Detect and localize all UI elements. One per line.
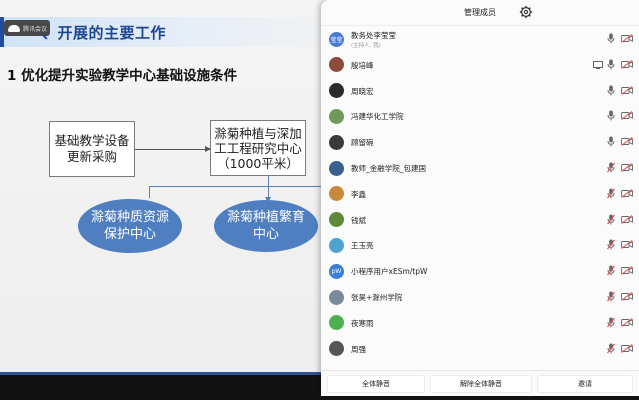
box-equipment-line2: 更新采购 (66, 149, 117, 164)
member-name: 钱斌 (351, 215, 366, 225)
box-equipment: 基础教学设备 更新采购 (49, 121, 135, 177)
gear-icon[interactable] (519, 5, 533, 19)
cloud-icon (8, 24, 20, 32)
camera-off-icon[interactable] (621, 317, 633, 327)
member-row[interactable]: 莹莹 教务处李莹莹 (主持人, 我) (321, 26, 639, 52)
camera-off-icon[interactable] (621, 85, 633, 95)
camera-off-icon[interactable] (621, 292, 633, 301)
avatar (329, 108, 344, 124)
avatar (329, 57, 344, 73)
mic-icon[interactable] (607, 136, 615, 147)
member-panel: 管理成员 莹莹 教务处李莹莹 (主持人, 我) 殷培峰周晓宏冯建华化工学院 顾留碗教师_… (321, 0, 639, 396)
panel-footer: 全体静音 解除全体静音 邀请 (321, 370, 639, 396)
member-name: 冯建华化工学院 (351, 112, 404, 122)
member-name: 小程序用户xESm/tpW (351, 267, 428, 277)
screen-share-icon (593, 60, 603, 69)
camera-off-icon[interactable] (621, 343, 633, 353)
camera-off-icon[interactable] (621, 111, 633, 121)
member-name: 夜寒雨 (351, 318, 374, 328)
node2-line1: 滁菊种植繁育 (226, 210, 305, 225)
mic-muted-icon[interactable] (607, 265, 615, 276)
member-row[interactable]: 王玉亮 (321, 232, 639, 258)
mic-muted-icon[interactable] (607, 291, 615, 302)
node-breeding-center: 滁菊种植繁育 中心 (214, 200, 318, 252)
box-research-line2: 工工程研究中心 (214, 140, 302, 156)
camera-off-icon[interactable] (621, 240, 633, 250)
mic-icon[interactable] (607, 85, 615, 96)
mic-muted-icon[interactable] (607, 162, 615, 173)
member-name: 教师_金融学院_包建国 (351, 164, 426, 173)
member-name: 教务处李莹莹 (351, 31, 396, 40)
member-row[interactable]: pW 小程序用户xESm/tpW (321, 258, 639, 284)
node1-line1: 滁菊种质资源 (90, 210, 169, 225)
panel-header: 管理成员 (321, 0, 639, 26)
avatar (329, 186, 344, 202)
mic-muted-icon[interactable] (607, 343, 615, 354)
avatar: pW (329, 263, 344, 279)
member-row[interactable]: 李鑫 (321, 181, 639, 207)
share-indicator-bar (0, 372, 327, 375)
box-equipment-line1: 基础教学设备 (54, 133, 130, 148)
member-row[interactable]: 钱斌 (321, 207, 639, 233)
avatar (329, 237, 344, 253)
avatar: 莹莹 (329, 31, 344, 47)
shared-slide: 腾讯会议 、开展的主要工作 1 优化提升实验教学中心基础设施条件 基础教学设备 … (0, 0, 340, 372)
camera-off-icon[interactable] (621, 266, 633, 276)
avatar (329, 315, 344, 331)
avatar (329, 83, 344, 99)
member-role: (主持人, 我) (351, 43, 381, 49)
slide-title: 、开展的主要工作 (42, 24, 167, 42)
node2-line2: 中心 (252, 227, 279, 242)
invite-button[interactable]: 邀请 (537, 375, 633, 393)
member-name: 周晓宏 (351, 86, 374, 96)
camera-off-icon[interactable] (621, 163, 633, 172)
mic-muted-icon[interactable] (607, 188, 615, 199)
avatar (329, 289, 344, 305)
avatar (329, 134, 344, 150)
member-row[interactable]: 教师_金融学院_包建国 (321, 155, 639, 181)
member-row[interactable]: 顾留碗 (321, 129, 639, 155)
camera-off-icon[interactable] (621, 188, 633, 198)
tree-branch-right (265, 176, 271, 203)
member-name: 顾留碗 (351, 138, 374, 148)
panel-title: 管理成员 (464, 8, 496, 17)
member-row[interactable]: 殷培峰 (321, 52, 639, 78)
camera-off-icon[interactable] (621, 59, 633, 69)
node1-line2: 保护中心 (103, 227, 156, 242)
member-row[interactable]: 夜寒雨 (321, 310, 639, 336)
tree-connector (149, 186, 340, 187)
avatar (329, 341, 344, 357)
camera-off-icon[interactable] (621, 214, 633, 224)
unmute-all-button[interactable]: 解除全体静音 (430, 375, 532, 393)
tree-branch-left (149, 186, 150, 198)
avatar (329, 212, 344, 228)
mic-icon[interactable] (607, 59, 615, 70)
box-research-center: 滁菊种植与深加 工工程研究中心 （1000平米） (210, 120, 306, 176)
member-name: 殷培峰 (351, 60, 374, 70)
mic-muted-icon[interactable] (607, 317, 615, 328)
member-list: 莹莹 教务处李莹莹 (主持人, 我) 殷培峰周晓宏冯建华化工学院 顾留碗教师_金融学院_… (321, 26, 639, 368)
member-name: 周强 (351, 344, 366, 354)
camera-off-icon[interactable] (621, 137, 633, 147)
node-germplasm-center: 滁菊种质资源 保护中心 (78, 199, 182, 253)
mute-all-button[interactable]: 全体静音 (327, 375, 425, 393)
member-name: 王玉亮 (351, 241, 374, 251)
member-name: 张昊+滁州学院 (351, 293, 403, 302)
member-row[interactable]: 冯建华化工学院 (321, 103, 639, 129)
mic-muted-icon[interactable] (607, 239, 615, 250)
box-research-line1: 滁菊种植与深加 (214, 125, 302, 141)
member-row[interactable]: 周晓宏 (321, 78, 639, 104)
mic-muted-icon[interactable] (607, 214, 615, 225)
box-research-line3: （1000平米） (217, 155, 299, 171)
arrow-connector (135, 146, 211, 152)
mic-icon[interactable] (607, 110, 615, 121)
member-row[interactable]: 周强 (321, 336, 639, 362)
mic-icon[interactable] (607, 33, 615, 44)
camera-off-icon[interactable] (621, 34, 633, 43)
slide-subtitle: 1 优化提升实验教学中心基础设施条件 (7, 68, 238, 84)
member-row[interactable]: 张昊+滁州学院 (321, 284, 639, 310)
member-name: 李鑫 (351, 189, 366, 199)
avatar (329, 160, 344, 176)
